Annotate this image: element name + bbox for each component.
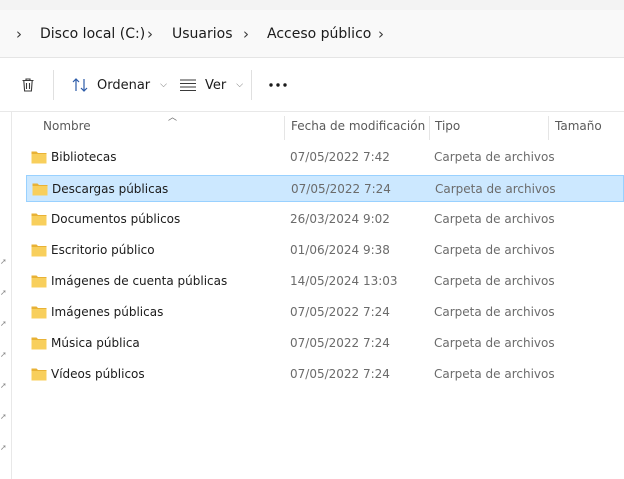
file-date: 07/05/2022 7:42 bbox=[290, 150, 390, 164]
file-name: Descargas públicas bbox=[52, 182, 169, 196]
ellipsis-icon bbox=[269, 83, 287, 87]
folder-icon bbox=[31, 368, 47, 381]
pin-icon: ➚ bbox=[0, 288, 7, 297]
file-type: Carpeta de archivos bbox=[435, 182, 556, 196]
chevron-right-icon[interactable]: › bbox=[16, 24, 28, 44]
breadcrumb-item-usuarios[interactable]: Usuarios bbox=[172, 24, 233, 44]
chevron-right-icon[interactable]: › bbox=[243, 24, 255, 44]
file-type: Carpeta de archivos bbox=[434, 305, 555, 319]
list-item[interactable]: Vídeos públicos 07/05/2022 7:24 Carpeta … bbox=[26, 361, 624, 388]
list-item[interactable]: Escritorio público 01/06/2024 9:38 Carpe… bbox=[26, 237, 624, 264]
view-button[interactable]: Ver ⌵ bbox=[173, 70, 249, 100]
file-type: Carpeta de archivos bbox=[434, 367, 555, 381]
breadcrumb-item-acceso-publico[interactable]: Acceso público bbox=[267, 24, 371, 44]
file-date: 07/05/2022 7:24 bbox=[291, 182, 391, 196]
file-type: Carpeta de archivos bbox=[434, 336, 555, 350]
column-header-name[interactable]: Nombre bbox=[35, 112, 283, 140]
column-header-size[interactable]: Tamaño bbox=[547, 112, 624, 140]
file-type: Carpeta de archivos bbox=[434, 150, 555, 164]
column-header-type[interactable]: Tipo bbox=[427, 112, 547, 140]
file-name: Escritorio público bbox=[51, 243, 155, 257]
address-bar[interactable]: › Disco local (C:) › Usuarios › Acceso p… bbox=[0, 10, 624, 58]
file-date: 26/03/2024 9:02 bbox=[290, 212, 390, 226]
file-date: 01/06/2024 9:38 bbox=[290, 243, 390, 257]
command-bar: Ordenar ⌵ Ver ⌵ bbox=[0, 58, 624, 112]
file-type: Carpeta de archivos bbox=[434, 212, 555, 226]
file-name: Vídeos públicos bbox=[51, 367, 145, 381]
toolbar-separator bbox=[251, 70, 252, 100]
file-type: Carpeta de archivos bbox=[434, 243, 555, 257]
column-headers: ︿ Nombre Fecha de modificación Tipo Tama… bbox=[13, 112, 624, 140]
more-options-button[interactable] bbox=[262, 70, 294, 100]
view-label: Ver bbox=[205, 77, 227, 93]
folder-icon bbox=[31, 151, 47, 164]
chevron-right-icon[interactable]: › bbox=[378, 24, 390, 44]
column-header-date[interactable]: Fecha de modificación bbox=[283, 112, 429, 140]
delete-button[interactable] bbox=[14, 70, 42, 100]
folder-icon bbox=[31, 306, 47, 319]
navigation-pane[interactable]: ➚ ➚ ➚ ➚ ➚ ➚ ➚ bbox=[0, 112, 12, 479]
folder-icon bbox=[31, 337, 47, 350]
pin-icon: ➚ bbox=[0, 443, 7, 452]
list-item[interactable]: Documentos públicos 26/03/2024 9:02 Carp… bbox=[26, 206, 624, 233]
chevron-down-icon: ⌵ bbox=[236, 80, 244, 90]
list-view-icon bbox=[180, 79, 196, 92]
file-name: Imágenes de cuenta públicas bbox=[51, 274, 228, 288]
file-name: Imágenes públicas bbox=[51, 305, 164, 319]
list-item[interactable]: Imágenes públicas 07/05/2022 7:24 Carpet… bbox=[26, 299, 624, 326]
list-item[interactable]: Música pública 07/05/2022 7:24 Carpeta d… bbox=[26, 330, 624, 357]
pin-icon: ➚ bbox=[0, 381, 7, 390]
folder-icon bbox=[31, 213, 47, 226]
file-date: 07/05/2022 7:24 bbox=[290, 336, 390, 350]
file-name: Documentos públicos bbox=[51, 212, 181, 226]
pin-icon: ➚ bbox=[0, 412, 7, 421]
sort-label: Ordenar bbox=[97, 77, 151, 93]
sort-button[interactable]: Ordenar ⌵ bbox=[65, 70, 173, 100]
file-date: 07/05/2022 7:24 bbox=[290, 305, 390, 319]
folder-icon bbox=[32, 183, 48, 196]
toolbar-separator bbox=[53, 70, 54, 100]
list-item-selected[interactable]: Descargas públicas 07/05/2022 7:24 Carpe… bbox=[26, 175, 624, 202]
file-type: Carpeta de archivos bbox=[434, 274, 555, 288]
file-name: Música pública bbox=[51, 336, 140, 350]
list-item[interactable]: Imágenes de cuenta públicas 14/05/2024 1… bbox=[26, 268, 624, 295]
chevron-right-icon[interactable]: › bbox=[147, 24, 159, 44]
chevron-down-icon: ⌵ bbox=[160, 80, 167, 90]
pin-icon: ➚ bbox=[0, 350, 7, 359]
pin-icon: ➚ bbox=[0, 319, 7, 328]
breadcrumb-item-disco-local[interactable]: Disco local (C:) bbox=[40, 24, 145, 44]
file-name: Bibliotecas bbox=[51, 150, 117, 164]
title-bar-strip bbox=[0, 0, 624, 10]
pin-icon: ➚ bbox=[0, 257, 7, 266]
file-date: 14/05/2024 13:03 bbox=[290, 274, 398, 288]
file-date: 07/05/2022 7:24 bbox=[290, 367, 390, 381]
trash-icon bbox=[22, 78, 34, 92]
list-item[interactable]: Bibliotecas 07/05/2022 7:42 Carpeta de a… bbox=[26, 144, 624, 171]
folder-icon bbox=[31, 275, 47, 288]
folder-icon bbox=[31, 244, 47, 257]
sort-icon bbox=[72, 78, 88, 92]
